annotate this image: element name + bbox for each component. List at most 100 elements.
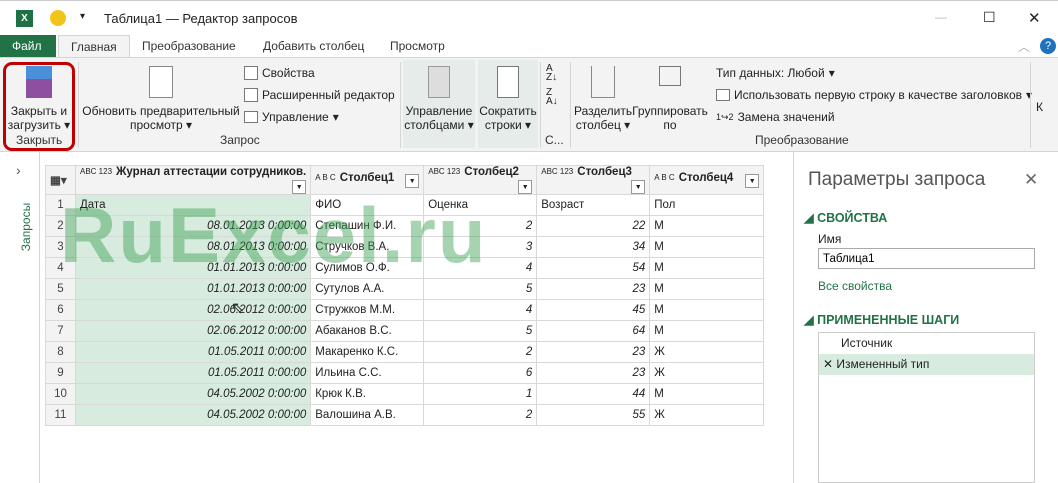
- table-cell[interactable]: 5: [423, 278, 538, 300]
- table-cell[interactable]: М: [649, 320, 765, 342]
- manage-columns-button[interactable]: Управление столбцами ▾: [403, 66, 475, 132]
- all-properties-link[interactable]: Все свойства: [818, 279, 892, 293]
- table-cell[interactable]: 02.06.2012 0:00:00: [74, 320, 312, 342]
- column-header[interactable]: A B C Столбец4 ▼: [649, 165, 765, 195]
- sort-asc-icon[interactable]: A Z↓: [546, 64, 557, 83]
- group-by-button[interactable]: Группировать по: [632, 66, 708, 132]
- table-cell[interactable]: 6: [423, 362, 538, 384]
- row-number[interactable]: 6: [45, 299, 76, 321]
- filter-dropdown-icon[interactable]: ▼: [405, 174, 420, 188]
- table-cell[interactable]: 45: [536, 299, 651, 321]
- first-row-headers-button[interactable]: Использовать первую строку в качестве за…: [716, 88, 1032, 102]
- table-cell[interactable]: Сулимов О.Ф.: [310, 257, 425, 279]
- table-cell[interactable]: Ильина С.С.: [310, 362, 425, 384]
- table-cell[interactable]: 1: [423, 383, 538, 405]
- table-cell[interactable]: 2: [423, 341, 538, 363]
- close-panel-icon[interactable]: ✕: [1024, 170, 1038, 190]
- table-cell[interactable]: 5: [423, 320, 538, 342]
- help-icon[interactable]: ?: [1040, 38, 1056, 54]
- table-menu-icon[interactable]: ▦▾: [45, 165, 76, 195]
- expand-queries-icon[interactable]: ›: [16, 162, 21, 178]
- table-cell[interactable]: 01.05.2011 0:00:00: [74, 362, 312, 384]
- type-any-icon[interactable]: ABC 123: [428, 167, 460, 176]
- table-cell[interactable]: М: [649, 257, 765, 279]
- table-cell[interactable]: 01.05.2011 0:00:00: [74, 341, 312, 363]
- tab-add-column[interactable]: Добавить столбец: [251, 35, 376, 57]
- table-cell[interactable]: Абаканов В.С.: [310, 320, 425, 342]
- queries-label[interactable]: Запросы: [19, 203, 33, 251]
- delete-step-icon[interactable]: ✕: [823, 357, 836, 371]
- row-number[interactable]: 1: [45, 194, 76, 216]
- table-cell[interactable]: 04.05.2002 0:00:00: [74, 404, 312, 426]
- ribbon-overflow-button[interactable]: К: [1036, 100, 1043, 114]
- row-number[interactable]: 5: [45, 278, 76, 300]
- table-cell[interactable]: М: [649, 299, 765, 321]
- close-button[interactable]: ✕: [1028, 9, 1041, 27]
- table-cell[interactable]: 08.01.2013 0:00:00: [74, 215, 312, 237]
- step-item[interactable]: Источник: [819, 333, 1034, 354]
- type-text-icon[interactable]: A B C: [315, 173, 335, 182]
- table-cell[interactable]: ФИО: [310, 194, 425, 216]
- table-cell[interactable]: 08.01.2013 0:00:00: [74, 236, 312, 258]
- data-type-dropdown[interactable]: Тип данных: Любой ▾: [716, 66, 835, 80]
- smiley-icon[interactable]: [50, 10, 66, 26]
- table-cell[interactable]: Оценка: [423, 194, 538, 216]
- table-cell[interactable]: 34: [536, 236, 651, 258]
- table-cell[interactable]: 04.05.2002 0:00:00: [74, 383, 312, 405]
- maximize-button[interactable]: ☐: [983, 9, 996, 26]
- row-number[interactable]: 10: [45, 383, 76, 405]
- split-column-button[interactable]: Разделить столбец ▾: [574, 66, 632, 132]
- column-header[interactable]: ABC 123 Журнал аттестации сотрудников. ▼: [74, 165, 312, 195]
- table-cell[interactable]: Стружков М.М.: [310, 299, 425, 321]
- filter-dropdown-icon[interactable]: ▼: [292, 180, 307, 194]
- tab-home[interactable]: Главная: [58, 35, 130, 58]
- row-number[interactable]: 3: [45, 236, 76, 258]
- applied-steps-section-header[interactable]: ◢ ПРИМЕНЕННЫЕ ШАГИ: [804, 312, 959, 327]
- row-number[interactable]: 9: [45, 362, 76, 384]
- collapse-ribbon-icon[interactable]: ︿: [1018, 38, 1030, 55]
- type-text-icon[interactable]: A B C: [654, 173, 674, 182]
- close-and-load-button[interactable]: Закрыть и загрузить ▾: [6, 66, 72, 132]
- row-number[interactable]: 11: [45, 404, 76, 426]
- replace-values-button[interactable]: 1↪2 Замена значений: [716, 110, 835, 124]
- table-cell[interactable]: 01.01.2013 0:00:00: [74, 278, 312, 300]
- table-cell[interactable]: Макаренко К.С.: [310, 341, 425, 363]
- table-cell[interactable]: 02.06.2012 0:00:00: [74, 299, 312, 321]
- table-cell[interactable]: 3: [423, 236, 538, 258]
- table-cell[interactable]: М: [649, 215, 765, 237]
- table-cell[interactable]: Ж: [649, 404, 765, 426]
- column-header[interactable]: ABC 123 Столбец3 ▼: [536, 165, 651, 195]
- tab-transform[interactable]: Преобразование: [130, 35, 248, 57]
- column-header[interactable]: ABC 123 Столбец2 ▼: [423, 165, 538, 195]
- quick-access-dropdown-icon[interactable]: ▾: [80, 11, 85, 22]
- table-cell[interactable]: 01.01.2013 0:00:00: [74, 257, 312, 279]
- table-cell[interactable]: Крюк К.В.: [310, 383, 425, 405]
- table-cell[interactable]: 64: [536, 320, 651, 342]
- type-any-icon[interactable]: ABC 123: [80, 167, 112, 176]
- table-cell[interactable]: Ж: [649, 341, 765, 363]
- tab-view[interactable]: Просмотр: [378, 35, 457, 57]
- table-cell[interactable]: М: [649, 236, 765, 258]
- table-cell[interactable]: 4: [423, 257, 538, 279]
- table-cell[interactable]: 44: [536, 383, 651, 405]
- table-cell[interactable]: Ж: [649, 362, 765, 384]
- row-number[interactable]: 7: [45, 320, 76, 342]
- advanced-editor-button[interactable]: Расширенный редактор: [244, 88, 395, 102]
- table-cell[interactable]: Возраст: [536, 194, 651, 216]
- type-any-icon[interactable]: ABC 123: [541, 167, 573, 176]
- table-cell[interactable]: 23: [536, 362, 651, 384]
- row-number[interactable]: 8: [45, 341, 76, 363]
- sort-desc-icon[interactable]: Z A↓: [546, 88, 558, 107]
- table-cell[interactable]: Стручков В.А.: [310, 236, 425, 258]
- name-input[interactable]: [818, 248, 1035, 269]
- minimize-button[interactable]: —: [935, 10, 947, 24]
- table-cell[interactable]: Валошина А.В.: [310, 404, 425, 426]
- table-cell[interactable]: М: [649, 278, 765, 300]
- properties-section-header[interactable]: ◢ СВОЙСТВА: [804, 210, 887, 225]
- table-cell[interactable]: Пол: [649, 194, 765, 216]
- table-cell[interactable]: М: [649, 383, 765, 405]
- filter-dropdown-icon[interactable]: ▼: [745, 174, 760, 188]
- step-item-selected[interactable]: ✕ Измененный тип: [819, 354, 1034, 375]
- table-cell[interactable]: 23: [536, 278, 651, 300]
- table-cell[interactable]: Степашин Ф.И.: [310, 215, 425, 237]
